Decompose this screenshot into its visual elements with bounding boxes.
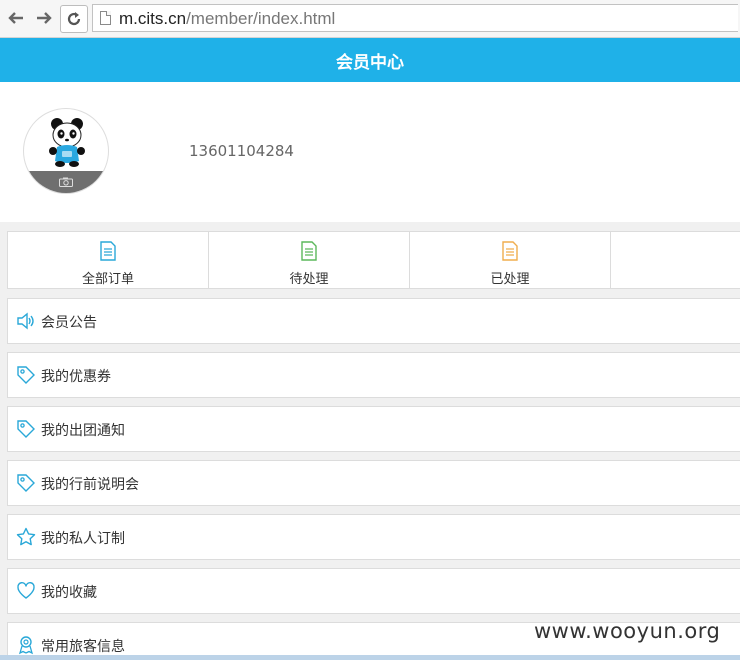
menu-item-label: 我的私人订制 xyxy=(41,531,125,547)
menu-item-label: 常用旅客信息 xyxy=(41,639,125,655)
taskbar-edge xyxy=(0,655,740,660)
menu-item-favorites[interactable]: 我的收藏 xyxy=(7,568,740,614)
tag-icon xyxy=(17,366,35,384)
menu-item-custom-trips[interactable]: 我的私人订制 xyxy=(7,514,740,560)
menu-item-label: 会员公告 xyxy=(41,315,97,331)
order-tabs: 全部订单 待处理 已处理 xyxy=(7,231,740,289)
avatar-upload-bar[interactable] xyxy=(24,171,108,193)
panda-avatar-icon xyxy=(49,118,85,167)
forward-arrow-icon[interactable] xyxy=(34,8,54,28)
reload-icon[interactable] xyxy=(60,5,88,33)
member-phone: 13601104284 xyxy=(189,142,294,160)
profile-section: 13601104284 xyxy=(0,82,740,222)
menu-item-label: 我的出团通知 xyxy=(41,423,125,439)
tab-all-orders[interactable]: 全部订单 xyxy=(8,232,209,288)
page-header: 会员中心 xyxy=(0,38,740,82)
page-title: 会员中心 xyxy=(336,52,404,73)
url-host: m.cits.cn xyxy=(119,9,187,28)
page-icon xyxy=(100,11,111,25)
tab-pending[interactable]: 待处理 xyxy=(209,232,410,288)
tab-label: 已处理 xyxy=(490,272,530,287)
tab-label: 全部订单 xyxy=(81,272,134,287)
document-icon xyxy=(301,241,317,261)
menu-item-briefings[interactable]: 我的行前说明会 xyxy=(7,460,740,506)
avatar[interactable] xyxy=(23,108,109,194)
back-arrow-icon[interactable] xyxy=(6,8,26,28)
url-text: m.cits.cn/member/index.html xyxy=(119,9,335,29)
speaker-icon xyxy=(17,312,34,330)
url-path: /member/index.html xyxy=(186,9,336,28)
camera-icon xyxy=(59,177,73,187)
menu-item-departure-notices[interactable]: 我的出团通知 xyxy=(7,406,740,452)
menu-item-label: 我的优惠券 xyxy=(41,369,111,385)
tab-processed[interactable]: 已处理 xyxy=(410,232,611,288)
watermark-text: www.wooyun.org xyxy=(534,619,721,643)
menu-item-label: 我的行前说明会 xyxy=(41,477,139,493)
address-bar[interactable]: m.cits.cn/member/index.html xyxy=(92,4,738,32)
tag-icon xyxy=(17,474,35,492)
tag-icon xyxy=(17,420,35,438)
tab-empty xyxy=(611,232,740,288)
tab-label: 待处理 xyxy=(289,272,329,287)
document-icon xyxy=(502,241,518,261)
menu-item-coupons[interactable]: 我的优惠券 xyxy=(7,352,740,398)
menu-item-label: 我的收藏 xyxy=(41,585,97,601)
document-icon xyxy=(100,241,116,261)
browser-toolbar: m.cits.cn/member/index.html xyxy=(0,0,740,38)
heart-icon xyxy=(17,582,35,599)
menu-item-announcements[interactable]: 会员公告 xyxy=(7,298,740,344)
star-icon xyxy=(16,527,36,546)
person-badge-icon xyxy=(18,636,34,655)
